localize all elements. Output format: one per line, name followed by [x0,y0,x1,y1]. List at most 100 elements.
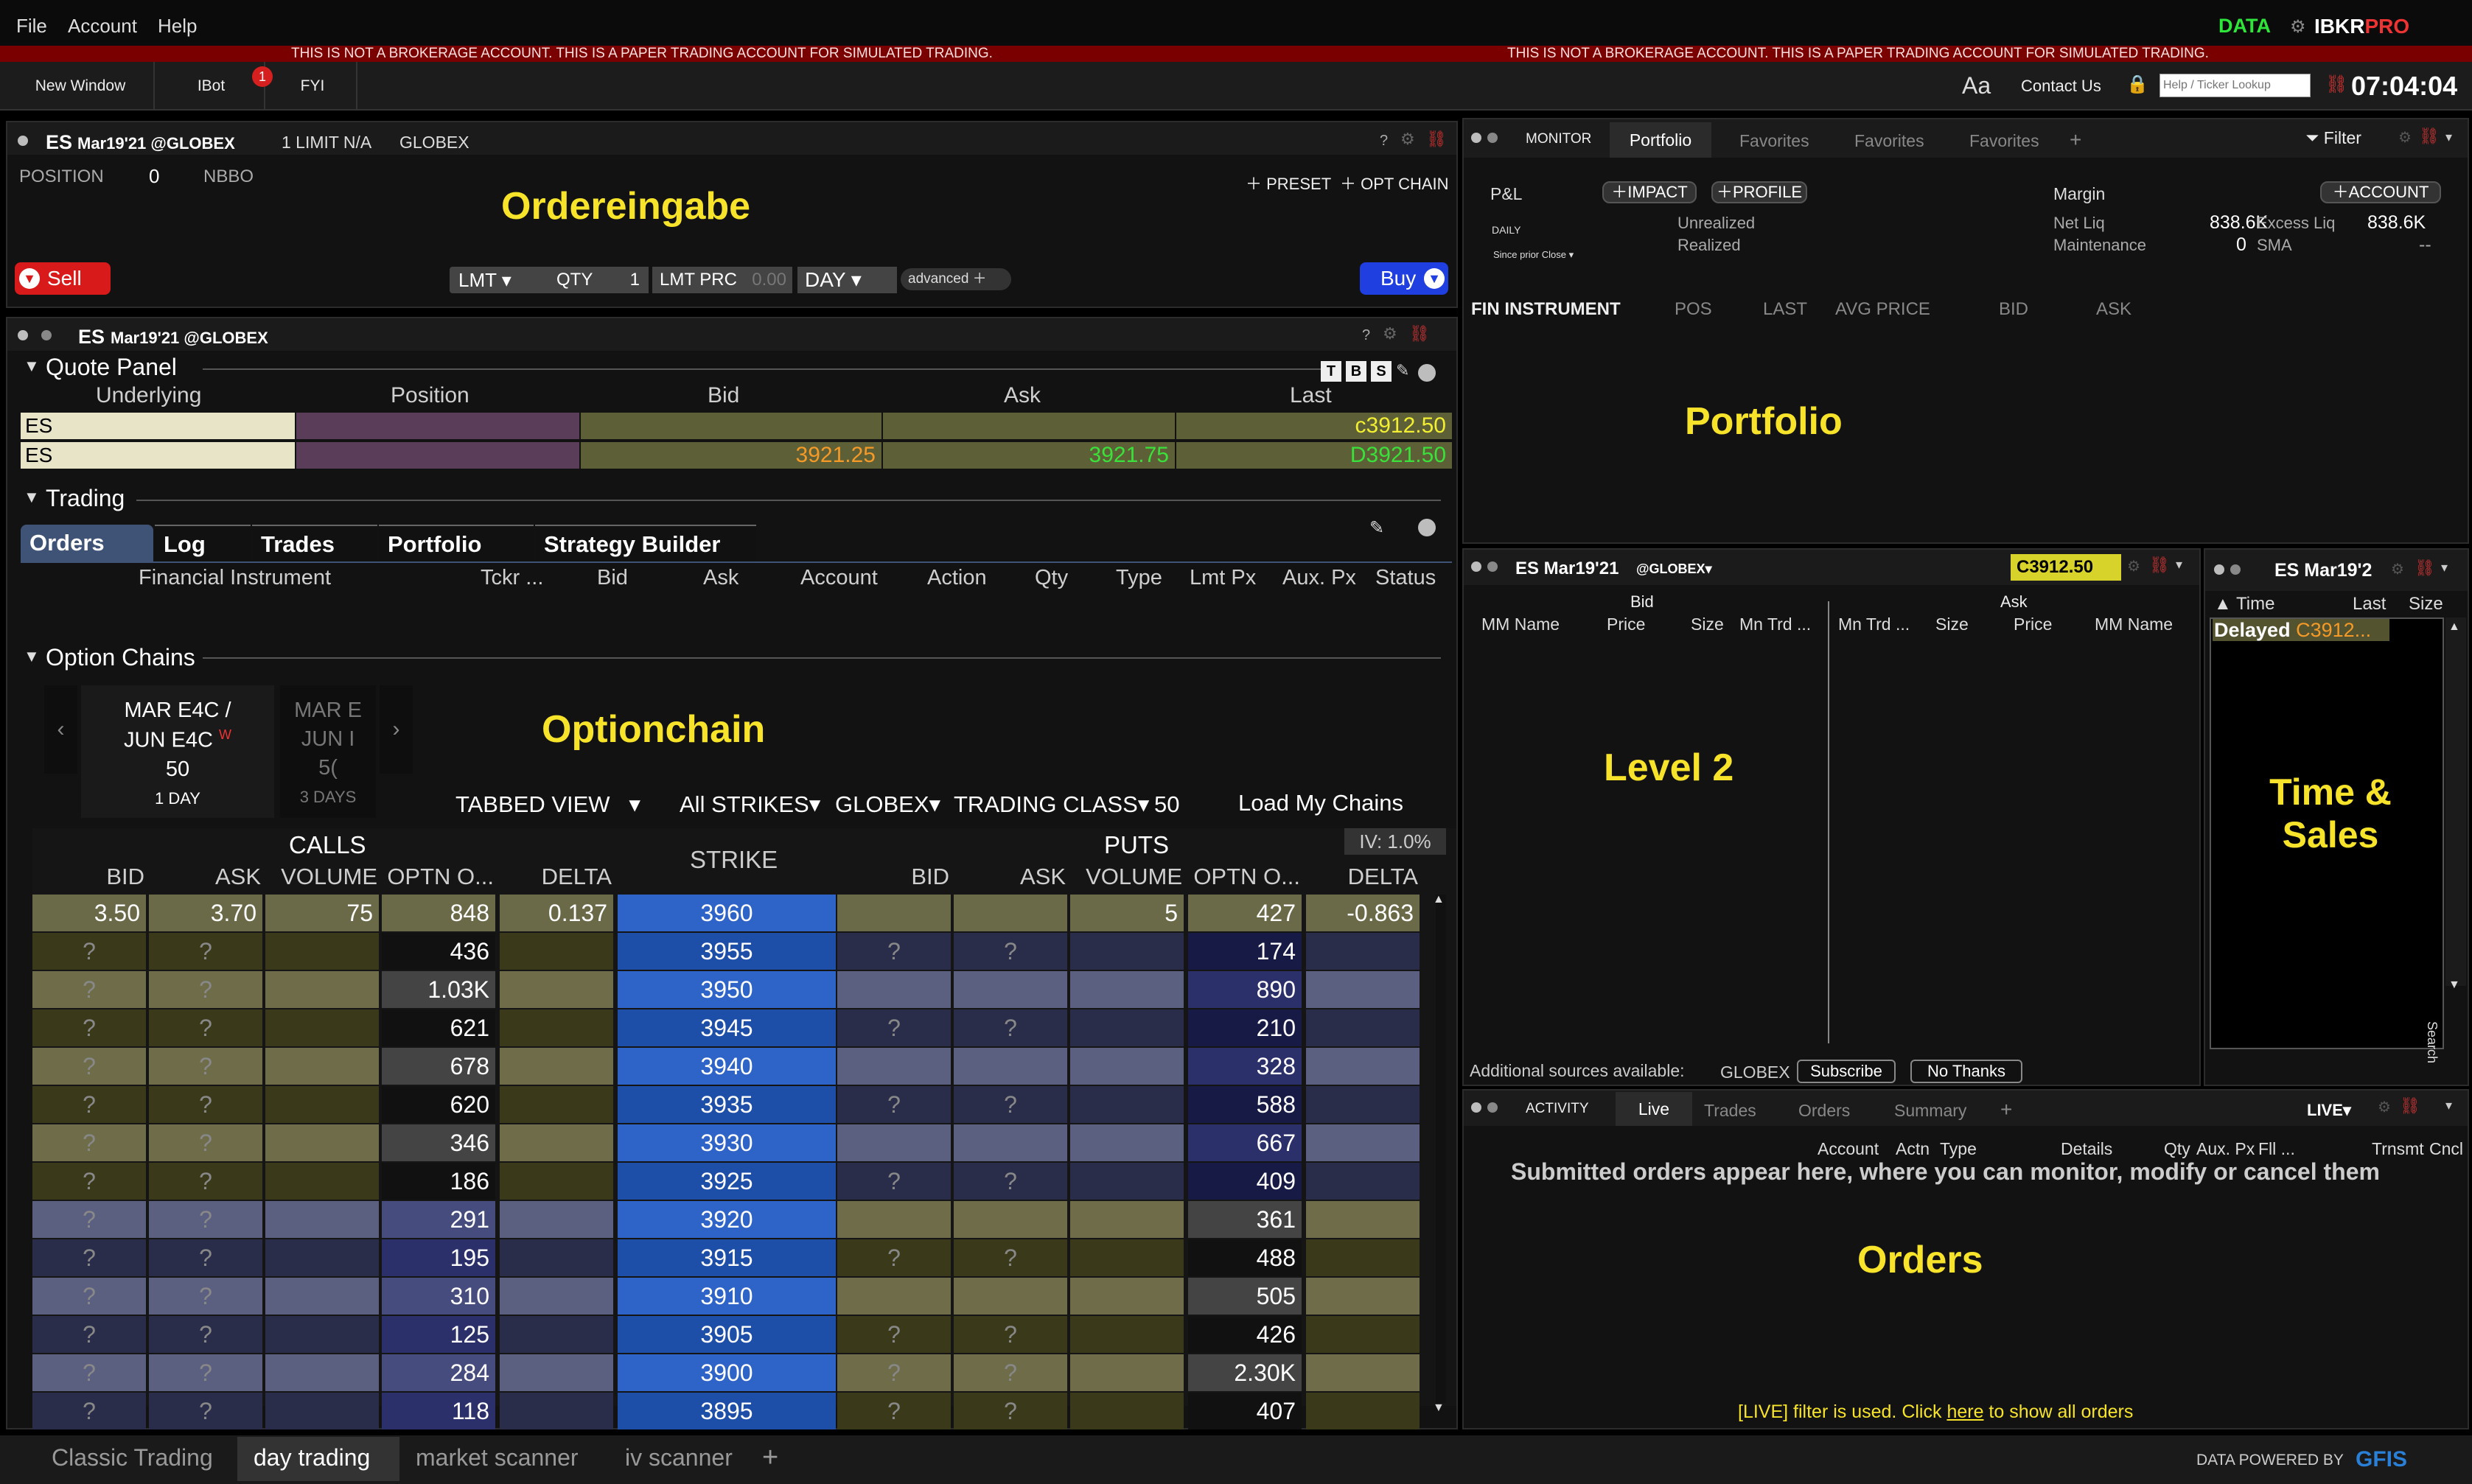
load-my-chains-button[interactable]: Load My Chains [1238,790,1403,816]
chevron-down-icon[interactable]: ▾ [2176,557,2182,573]
put-volume[interactable]: 5 [1070,895,1184,931]
put-bid[interactable]: ? [837,1086,951,1123]
tools-icon[interactable]: ✎ [1369,517,1384,539]
put-delta[interactable] [1306,1354,1420,1391]
call-open-interest[interactable]: 848 [382,895,495,931]
put-bid[interactable]: ? [837,1316,951,1353]
put-bid[interactable]: ? [837,1163,951,1200]
call-ask[interactable]: 3.70 [149,895,262,931]
panel-menu-icon[interactable] [1471,133,1481,143]
level2-contract[interactable]: ES Mar19'21 [1515,559,1619,579]
put-ask[interactable]: ? [954,1086,1067,1123]
put-bid[interactable] [837,1278,951,1315]
call-delta[interactable] [500,1354,613,1391]
call-bid[interactable]: ? [32,1354,146,1391]
qty-field[interactable]: QTY 1 [549,267,649,293]
call-open-interest[interactable]: 436 [382,933,495,970]
strikes-select[interactable]: All STRIKES▾ [680,791,820,818]
order-type-select[interactable]: LMT ▾ [450,267,553,293]
call-ask[interactable]: ? [149,1316,262,1353]
panel-menu-icon[interactable] [2230,564,2241,575]
tab-trades[interactable]: Trades [252,525,377,561]
call-open-interest[interactable]: 118 [382,1393,495,1429]
call-ask[interactable]: ? [149,1354,262,1391]
put-bid[interactable] [837,1201,951,1238]
tab-iv-scanner[interactable]: iv scanner [625,1435,733,1480]
put-volume[interactable] [1070,1048,1184,1085]
put-volume[interactable] [1070,1239,1184,1276]
put-delta[interactable] [1306,933,1420,970]
put-volume[interactable] [1070,1201,1184,1238]
put-delta[interactable] [1306,971,1420,1008]
info-icon[interactable] [1418,519,1436,536]
panel-menu-icon[interactable] [2214,564,2224,575]
quote-row[interactable]: ES 3921.25 3921.75 D3921.50 [21,442,1452,470]
put-ask[interactable]: ? [954,1354,1067,1391]
trading-class-select[interactable]: TRADING CLASS▾ [954,791,1149,818]
exchange-select[interactable]: GLOBEX▾ [835,791,940,818]
call-volume[interactable]: 75 [265,895,379,931]
scroll-down-icon[interactable]: ▼ [2448,979,2460,992]
call-volume[interactable] [265,1201,379,1238]
fyi-button[interactable]: FYI [269,62,357,111]
put-delta[interactable] [1306,1316,1420,1353]
settings-icon[interactable]: ⚙ [1383,324,1397,343]
put-volume[interactable] [1070,1316,1184,1353]
put-ask[interactable]: ? [954,1163,1067,1200]
call-open-interest[interactable]: 195 [382,1239,495,1276]
limit-price-field[interactable]: LMT PRC 0.00 [652,267,792,293]
call-bid[interactable]: ? [32,1393,146,1429]
profile-button[interactable]: ＋PROFILE [1711,181,1807,203]
put-bid[interactable]: ? [837,1239,951,1276]
tab-log[interactable]: Log [155,525,251,561]
call-delta[interactable] [500,1393,613,1429]
call-volume[interactable] [265,933,379,970]
call-delta[interactable] [500,1124,613,1161]
call-delta[interactable] [500,1048,613,1085]
expiry-tab-active[interactable]: MAR E4C / JUN E4C W 50 1 DAY [81,685,274,818]
scroll-up-icon[interactable]: ▲ [1433,893,1445,906]
call-delta[interactable]: 0.137 [500,895,613,931]
expiry-tab[interactable]: MAR E JUN I 5( 3 DAYS [280,685,376,818]
filter-button[interactable]: ⏷ Filter [2305,128,2361,148]
put-bid[interactable]: ? [837,1354,951,1391]
call-volume[interactable] [265,1124,379,1161]
call-bid[interactable]: ? [32,1163,146,1200]
call-open-interest[interactable]: 346 [382,1124,495,1161]
quote-row[interactable]: ES c3912.50 [21,413,1452,441]
tools-icon[interactable]: ✎ [1396,361,1409,380]
add-workspace-button[interactable]: + [762,1435,778,1480]
collapse-icon[interactable]: ▼ [24,357,40,376]
font-size-button[interactable]: Aa [1962,72,1991,99]
link-icon[interactable]: ⛓ [2415,559,2435,578]
time-in-force-select[interactable]: DAY ▾ [797,267,897,293]
scroll-down-icon[interactable]: ▼ [1433,1401,1445,1415]
call-delta[interactable] [500,1086,613,1123]
link-icon[interactable]: ⛓ [2149,556,2170,575]
collapse-icon[interactable]: ▼ [24,647,40,666]
call-bid[interactable]: ? [32,971,146,1008]
call-bid[interactable]: ? [32,1009,146,1046]
tab-live[interactable]: Live [1616,1092,1692,1126]
put-open-interest[interactable]: 488 [1188,1239,1302,1276]
settings-icon[interactable]: ⚙ [2391,560,2404,578]
call-delta[interactable] [500,971,613,1008]
put-volume[interactable] [1070,1086,1184,1123]
put-ask[interactable]: ? [954,1239,1067,1276]
put-delta[interactable] [1306,1278,1420,1315]
call-open-interest[interactable]: 284 [382,1354,495,1391]
call-volume[interactable] [265,1354,379,1391]
call-delta[interactable] [500,933,613,970]
put-bid[interactable] [837,1048,951,1085]
tab-orders[interactable]: Orders [21,525,153,561]
put-ask[interactable] [954,895,1067,931]
scrollbar[interactable] [1436,895,1446,1403]
panel-menu-icon[interactable] [1487,1102,1498,1113]
put-open-interest[interactable]: 2.30K [1188,1354,1302,1391]
call-ask[interactable]: ? [149,971,262,1008]
add-tab-button[interactable]: + [2000,1098,2012,1121]
chevron-right-icon[interactable]: › [380,685,413,774]
call-open-interest[interactable]: 310 [382,1278,495,1315]
chevron-down-icon[interactable]: ▾ [2445,1098,2452,1113]
live-filter-select[interactable]: LIVE▾ [2307,1101,2351,1120]
